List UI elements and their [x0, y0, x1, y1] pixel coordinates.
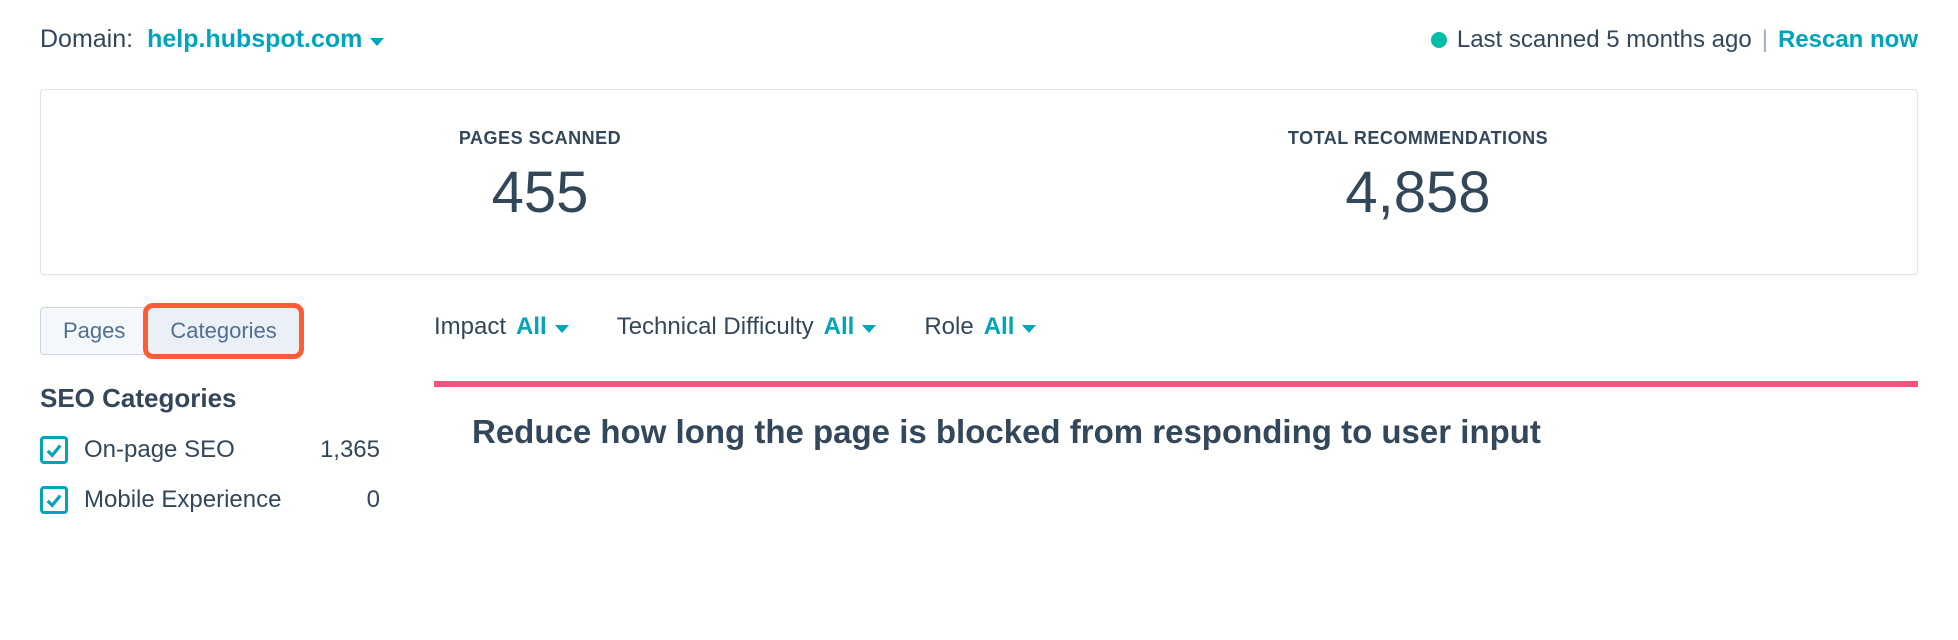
checkbox-mobile-experience[interactable]	[40, 486, 68, 514]
caret-down-icon	[555, 325, 569, 333]
check-icon	[45, 491, 63, 509]
domain-selector-group: Domain: help.hubspot.com	[40, 25, 384, 54]
scan-status-group: Last scanned 5 months ago | Rescan now	[1431, 26, 1918, 54]
filter-difficulty-dropdown[interactable]: All	[824, 313, 877, 341]
recommendation-card[interactable]: Reduce how long the page is blocked from…	[434, 381, 1918, 451]
seo-categories-title: SEO Categories	[40, 383, 380, 414]
filter-role: Role All	[924, 313, 1036, 341]
tab-pages[interactable]: Pages	[40, 307, 148, 355]
category-label: Mobile Experience	[84, 486, 281, 514]
sidebar: Pages Categories SEO Categories On-page …	[40, 307, 380, 536]
filter-label: Role	[924, 313, 973, 341]
scan-status-text: Last scanned 5 months ago	[1457, 26, 1752, 54]
filter-label: Technical Difficulty	[617, 313, 814, 341]
divider: |	[1762, 26, 1768, 54]
caret-down-icon	[862, 325, 876, 333]
tab-categories[interactable]: Categories	[148, 307, 299, 355]
category-label: On-page SEO	[84, 436, 235, 464]
header-row: Domain: help.hubspot.com Last scanned 5 …	[40, 25, 1918, 54]
filter-value-text: All	[984, 313, 1015, 341]
stat-value: 4,858	[979, 159, 1857, 226]
filter-impact: Impact All	[434, 313, 569, 341]
category-count: 1,365	[320, 436, 380, 464]
filters-row: Impact All Technical Difficulty All Role…	[434, 307, 1918, 341]
stat-label: PAGES SCANNED	[101, 128, 979, 149]
category-row: Mobile Experience 0	[40, 486, 380, 514]
content-area: Impact All Technical Difficulty All Role…	[434, 307, 1918, 536]
filter-label: Impact	[434, 313, 506, 341]
stats-card: PAGES SCANNED 455 TOTAL RECOMMENDATIONS …	[40, 89, 1918, 275]
category-count: 0	[367, 486, 380, 514]
caret-down-icon	[1022, 325, 1036, 333]
filter-difficulty: Technical Difficulty All	[617, 313, 877, 341]
filter-role-dropdown[interactable]: All	[984, 313, 1037, 341]
view-tabs: Pages Categories	[40, 307, 300, 355]
stat-total-recommendations: TOTAL RECOMMENDATIONS 4,858	[979, 128, 1857, 226]
checkbox-on-page-seo[interactable]	[40, 436, 68, 464]
recommendation-title: Reduce how long the page is blocked from…	[434, 413, 1918, 451]
filter-value-text: All	[824, 313, 855, 341]
domain-dropdown[interactable]: help.hubspot.com	[147, 25, 384, 54]
filter-impact-dropdown[interactable]: All	[516, 313, 569, 341]
domain-value: help.hubspot.com	[147, 25, 362, 54]
stat-value: 455	[101, 159, 979, 226]
stat-label: TOTAL RECOMMENDATIONS	[979, 128, 1857, 149]
rescan-link[interactable]: Rescan now	[1778, 26, 1918, 54]
category-row: On-page SEO 1,365	[40, 436, 380, 464]
status-dot-icon	[1431, 32, 1447, 48]
main-area: Pages Categories SEO Categories On-page …	[40, 307, 1918, 536]
caret-down-icon	[370, 38, 384, 46]
stat-pages-scanned: PAGES SCANNED 455	[101, 128, 979, 226]
domain-label: Domain:	[40, 25, 133, 54]
filter-value-text: All	[516, 313, 547, 341]
check-icon	[45, 441, 63, 459]
